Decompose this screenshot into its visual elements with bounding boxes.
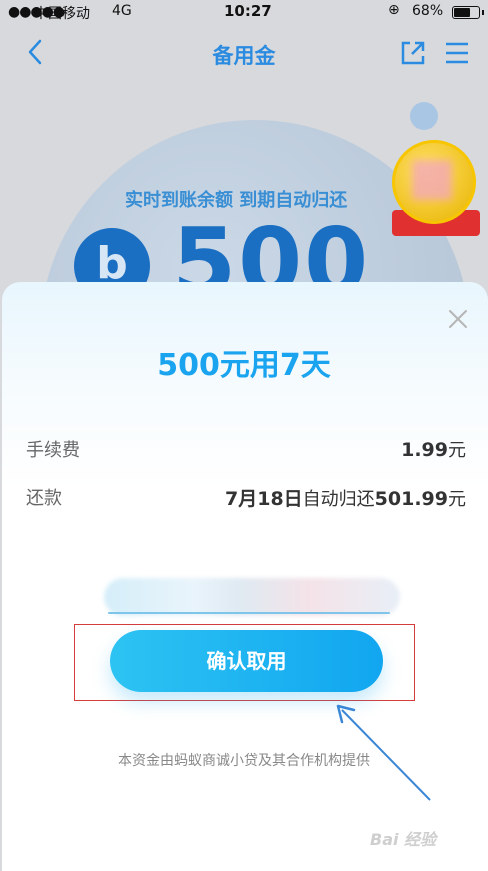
network-label: 4G: [112, 3, 132, 19]
repay-label: 还款: [26, 488, 62, 509]
redacted-area: [412, 160, 452, 200]
repay-method: 自动归还: [302, 489, 375, 510]
modal-title: 500元用7天: [157, 348, 331, 383]
status-bar: ●●●●● 中国移动 4G 10:27 ⊕ 68%: [0, 0, 488, 24]
decorative-bubble: [410, 102, 438, 130]
battery-fill: [454, 8, 470, 17]
redacted-agreement: [104, 578, 400, 616]
share-icon[interactable]: [398, 38, 428, 68]
repay-unit: 元: [448, 489, 466, 510]
battery-percent: 68%: [412, 3, 444, 19]
carrier-label: 中国移动: [34, 6, 90, 22]
rotation-lock-icon: ⊕: [388, 2, 400, 18]
footer-note: 本资金由蚂蚁商诚小贷及其合作机构提供: [118, 753, 370, 769]
nav-bar: 备用金: [0, 28, 488, 78]
watermark: Bai 经验: [370, 830, 437, 849]
agreement-underline: [108, 612, 390, 614]
fee-amount: 1.99: [401, 439, 448, 461]
repay-value: 7月18日自动归还501.99元: [225, 484, 466, 511]
close-icon[interactable]: [447, 308, 469, 330]
menu-icon[interactable]: [442, 38, 472, 68]
fee-unit: 元: [448, 440, 466, 461]
clock: 10:27: [224, 2, 272, 20]
fee-value: 1.99元: [401, 436, 466, 462]
confirm-button[interactable]: 确认取用: [110, 630, 383, 692]
repay-amount: 501.99: [374, 488, 448, 510]
battery-icon: [452, 6, 484, 19]
repay-date: 7月18日: [225, 488, 303, 510]
fee-label: 手续费: [26, 440, 80, 461]
